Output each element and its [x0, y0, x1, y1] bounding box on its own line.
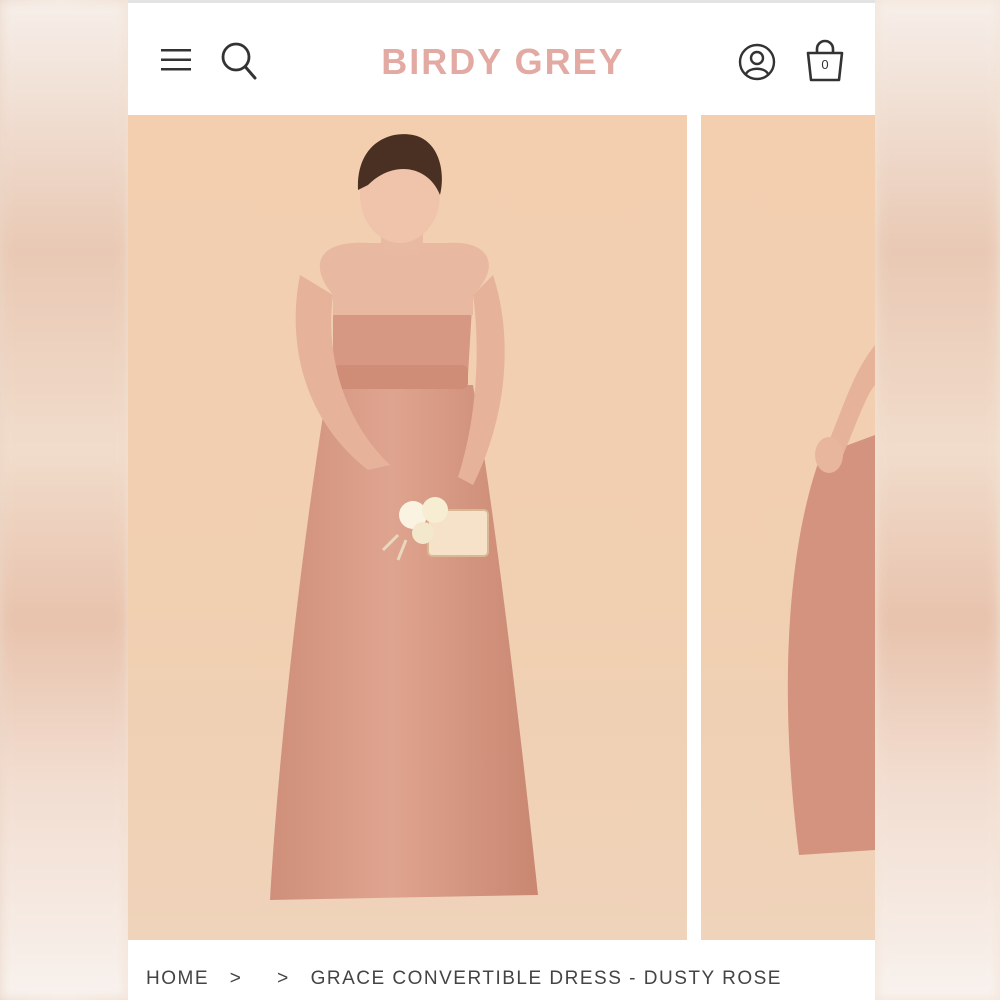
product-image-main[interactable] — [128, 115, 687, 940]
product-image-next[interactable] — [701, 115, 875, 940]
breadcrumb-separator: > — [229, 968, 243, 989]
search-icon[interactable] — [220, 41, 258, 81]
account-icon[interactable] — [738, 43, 776, 81]
blurred-backdrop-right — [875, 0, 1000, 1000]
shopping-bag-icon[interactable]: 0 — [804, 39, 846, 83]
breadcrumb-separator: > — [277, 968, 290, 989]
model-photo — [270, 134, 538, 900]
model-photo-partial — [787, 345, 875, 855]
cart-count-badge: 0 — [821, 57, 829, 72]
product-gallery[interactable] — [128, 115, 875, 940]
brand-logo[interactable]: BIRDY GREY — [373, 41, 633, 83]
breadcrumb-home-link[interactable]: HOME — [146, 968, 209, 990]
mobile-screen: BIRDY GREY 0 HOME > > GRACE CONVERTIBLE … — [128, 0, 875, 1000]
blurred-backdrop-left — [0, 0, 128, 1000]
breadcrumb-current-page: GRACE CONVERTIBLE DRESS - DUSTY ROSE — [310, 968, 782, 989]
site-header: BIRDY GREY 0 — [128, 0, 875, 118]
menu-icon[interactable] — [160, 47, 192, 73]
breadcrumb: HOME > > GRACE CONVERTIBLE DRESS - DUSTY… — [146, 968, 782, 990]
